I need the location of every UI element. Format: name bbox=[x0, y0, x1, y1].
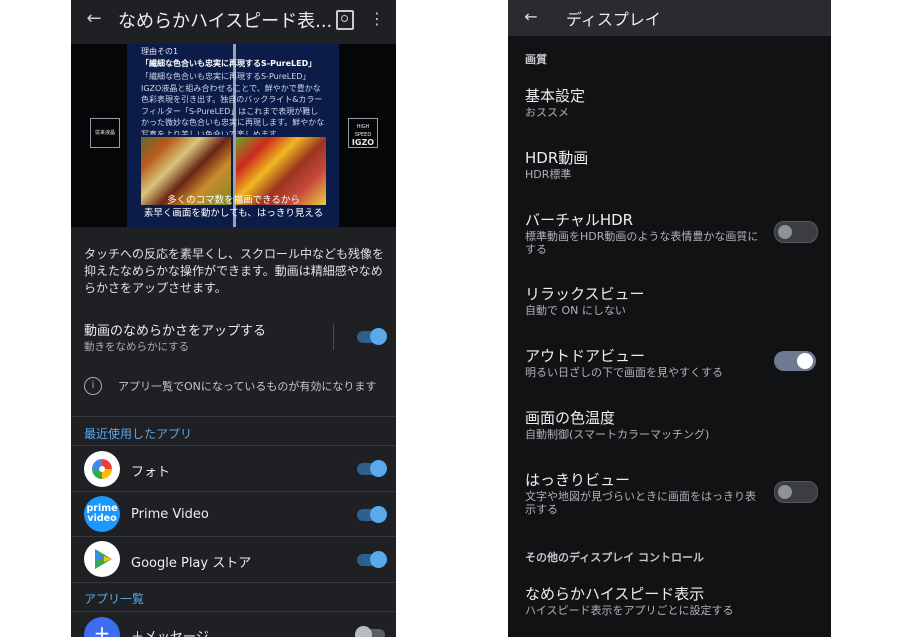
page-title: ディスプレイ bbox=[566, 10, 661, 29]
smooth-video-label: 動画のなめらかさをアップする bbox=[84, 324, 267, 339]
section-picture-quality: 画質 bbox=[525, 53, 547, 66]
promo-caption: 多くのコマ数を描画できるから 素早く画面を動かしても、はっきり見える bbox=[131, 194, 336, 220]
setting-sub: ハイスピード表示をアプリごとに設定する bbox=[525, 604, 734, 617]
promo-reason: 理由その1 bbox=[141, 47, 179, 56]
arrow-left-icon[interactable]: ← bbox=[83, 8, 105, 30]
feature-description: タッチへの反応を素早くし、スクロール中なども残像を抑えたなめらかな操作ができます… bbox=[84, 247, 385, 295]
divider bbox=[71, 611, 396, 612]
setting-sub: おススメ bbox=[525, 106, 569, 119]
badge-conventional: 従来液晶 bbox=[90, 118, 120, 148]
virtual-hdr-toggle[interactable] bbox=[774, 221, 818, 243]
app-name-prime-video: Prime Video bbox=[131, 507, 209, 522]
divider bbox=[71, 582, 396, 583]
app-name-plus-message: ＋メッセージ bbox=[131, 626, 209, 637]
promo-image: 理由その1 「繊細な色合いも忠実に再現するS-PureLED」 「繊細な色合いも… bbox=[71, 44, 396, 227]
setting-title: はっきりビュー bbox=[525, 471, 631, 489]
badge-igzo: HIGH SPEED IGZO bbox=[348, 118, 378, 148]
app-bar: ← ディスプレイ bbox=[508, 0, 831, 36]
section-all-apps: アプリ一覧 bbox=[84, 592, 145, 606]
outdoor-view-toggle[interactable] bbox=[774, 351, 816, 371]
app-toggle-prime-video[interactable] bbox=[357, 506, 387, 523]
right-screen: ← ディスプレイ 画質 基本設定 おススメ HDR動画 HDR標準 バーチャルH… bbox=[508, 0, 831, 637]
app-name-photos: フォト bbox=[131, 465, 171, 480]
promo-caption-line2: 素早く画面を動かしても、はっきり見える bbox=[143, 208, 324, 219]
app-name-google-play: Google Play ストア bbox=[131, 556, 252, 571]
divider bbox=[71, 491, 396, 492]
clear-view-toggle[interactable] bbox=[774, 481, 818, 503]
divider bbox=[71, 416, 396, 417]
setting-sub: 自動で ON にしない bbox=[525, 304, 626, 317]
prime-video-icon: prime video bbox=[84, 496, 120, 532]
setting-title: なめらかハイスピード表示 bbox=[525, 585, 705, 603]
page-search-icon[interactable] bbox=[336, 10, 354, 30]
setting-title: HDR動画 bbox=[525, 149, 589, 167]
setting-sub: 文字や地図が見づらいときに画面をはっきり表示する bbox=[525, 490, 756, 516]
setting-title: リラックスビュー bbox=[525, 285, 645, 303]
page-title: なめらかハイスピード表... bbox=[118, 11, 333, 32]
app-bar: ← なめらかハイスピード表... ⋮ bbox=[71, 0, 396, 40]
setting-title: バーチャルHDR bbox=[525, 211, 634, 229]
promo-heading: 「繊細な色合いも忠実に再現するS-PureLED」 bbox=[141, 59, 317, 68]
info-icon: i bbox=[84, 377, 102, 395]
left-screen: ← なめらかハイスピード表... ⋮ 理由その1 「繊細な色合いも忠実に再現する… bbox=[71, 0, 396, 637]
setting-sub: 自動制御(スマートカラーマッチング) bbox=[525, 428, 710, 441]
setting-sub: HDR標準 bbox=[525, 168, 572, 181]
google-play-icon bbox=[84, 541, 120, 577]
more-vert-icon[interactable]: ⋮ bbox=[369, 8, 385, 30]
badge-igzo-main: IGZO bbox=[351, 138, 375, 147]
setting-title: 基本設定 bbox=[525, 87, 586, 105]
section-recent-apps: 最近使用したアプリ bbox=[84, 427, 193, 441]
setting-sub: 標準動画をHDR動画のような表情豊かな画質にする bbox=[525, 230, 759, 256]
divider-vertical bbox=[333, 324, 334, 350]
setting-title: 画面の色温度 bbox=[525, 409, 616, 427]
prime-icon-text-2: video bbox=[87, 513, 117, 524]
badge-igzo-top: HIGH SPEED bbox=[354, 124, 372, 138]
google-photos-icon bbox=[84, 451, 120, 487]
app-toggle-google-play[interactable] bbox=[357, 551, 387, 568]
app-toggle-plus-message[interactable] bbox=[355, 626, 385, 637]
app-toggle-photos[interactable] bbox=[357, 460, 387, 477]
smooth-video-sub: 動きをなめらかにする bbox=[84, 341, 190, 353]
divider bbox=[71, 445, 396, 446]
divider bbox=[71, 536, 396, 537]
setting-title: アウトドアビュー bbox=[525, 347, 646, 365]
arrow-left-icon[interactable]: ← bbox=[520, 6, 542, 28]
plus-message-icon: + bbox=[84, 617, 120, 637]
section-other-display-controls: その他のディスプレイ コントロール bbox=[525, 551, 705, 564]
info-text: アプリ一覧でONになっているものが有効になります bbox=[118, 380, 377, 393]
setting-sub: 明るい日ざしの下で画面を見やすくする bbox=[525, 366, 723, 379]
smooth-video-toggle[interactable] bbox=[357, 328, 387, 345]
promo-caption-line1: 多くのコマ数を描画できるから bbox=[167, 195, 300, 206]
